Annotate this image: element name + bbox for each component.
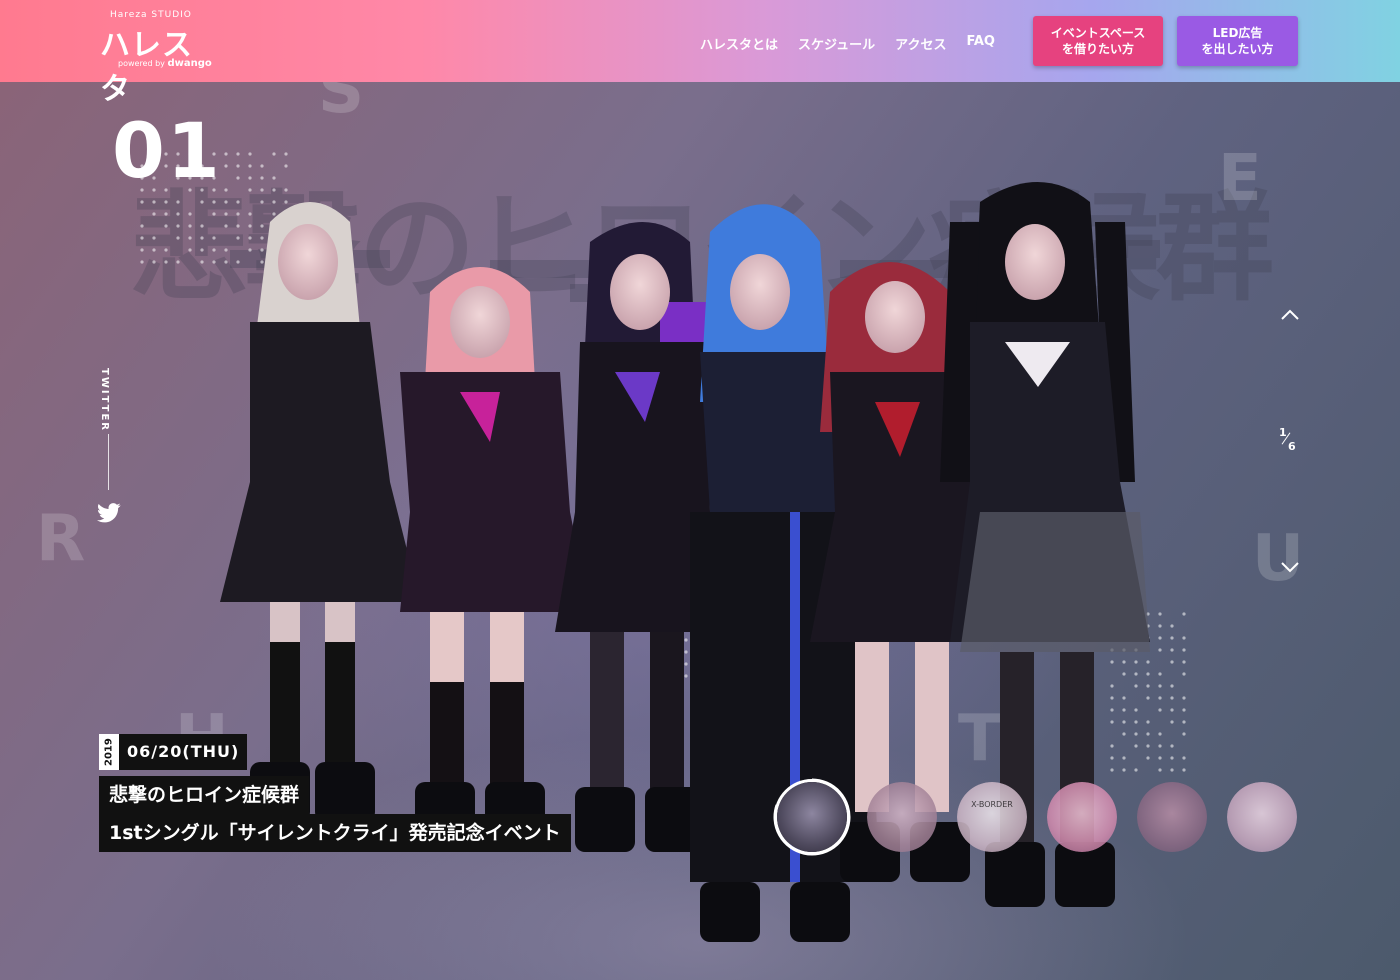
bg-letter: R: [36, 502, 86, 576]
thumbnail-3[interactable]: X-BORDER: [957, 782, 1027, 852]
cta-event-line1: イベントスペース: [1050, 26, 1146, 40]
nav-item-access[interactable]: アクセス: [895, 34, 946, 53]
thumbnail-label: X-BORDER: [971, 800, 1013, 809]
hero-slider: 悲撃のヒロイン症候群 S E A R U H T: [0, 82, 1400, 980]
main-nav: ハレスタとは スケジュール アクセス FAQ: [700, 34, 995, 53]
chevron-down-icon[interactable]: [1278, 560, 1302, 576]
logo-sub-text: powered by dwango: [118, 58, 212, 69]
slide-thumbnails: X-BORDER: [773, 778, 1297, 856]
site-header: Hareza STUDIO ハレスタ powered by dwango ハレス…: [0, 0, 1400, 107]
event-date-text: 06/20(THU): [119, 734, 248, 770]
slide-number: 01: [112, 106, 222, 195]
chevron-up-icon[interactable]: [1278, 306, 1302, 322]
nav-item-schedule[interactable]: スケジュール: [798, 34, 875, 53]
hareza-studio-logo[interactable]: Hareza STUDIO ハレスタ powered by dwango: [100, 8, 220, 107]
nav-item-about[interactable]: ハレスタとは: [700, 34, 778, 53]
event-artist[interactable]: 悲撃のヒロイン症候群: [99, 776, 310, 814]
logo-sub-prefix: powered by: [118, 59, 165, 68]
cta-led-line2: を出したい方: [1201, 42, 1274, 56]
bg-letter: S: [318, 82, 365, 128]
cta-event-line2: を借りたい方: [1061, 42, 1134, 56]
thumbnail-4[interactable]: [1047, 782, 1117, 852]
event-date: 2019 06/20(THU): [99, 734, 248, 770]
event-year: 2019: [99, 734, 119, 770]
thumbnail-2[interactable]: [867, 782, 937, 852]
thumbnail-5[interactable]: [1137, 782, 1207, 852]
slide-counter: 1 6: [1276, 426, 1302, 456]
nav-item-faq[interactable]: FAQ: [966, 34, 995, 53]
event-space-rental-button[interactable]: イベントスペース を借りたい方: [1033, 16, 1163, 66]
bg-letter: E: [1218, 142, 1262, 216]
twitter-icon[interactable]: [97, 502, 121, 524]
thumbnail-6[interactable]: [1227, 782, 1297, 852]
event-title[interactable]: 1stシングル「サイレントクライ」発売記念イベント: [99, 814, 571, 852]
bg-letter: U: [1252, 522, 1304, 596]
logo-top-text: Hareza STUDIO: [110, 10, 192, 20]
thumbnail-progress-ring: [773, 778, 851, 856]
cta-led-line1: LED広告: [1212, 26, 1263, 40]
logo-sub-brand: dwango: [167, 58, 212, 69]
twitter-divider: [108, 434, 109, 490]
slide-total: 6: [1288, 440, 1296, 453]
led-ad-button[interactable]: LED広告 を出したい方: [1177, 16, 1298, 66]
twitter-label[interactable]: TWITTER: [99, 368, 110, 432]
group-photo: [220, 182, 1150, 942]
